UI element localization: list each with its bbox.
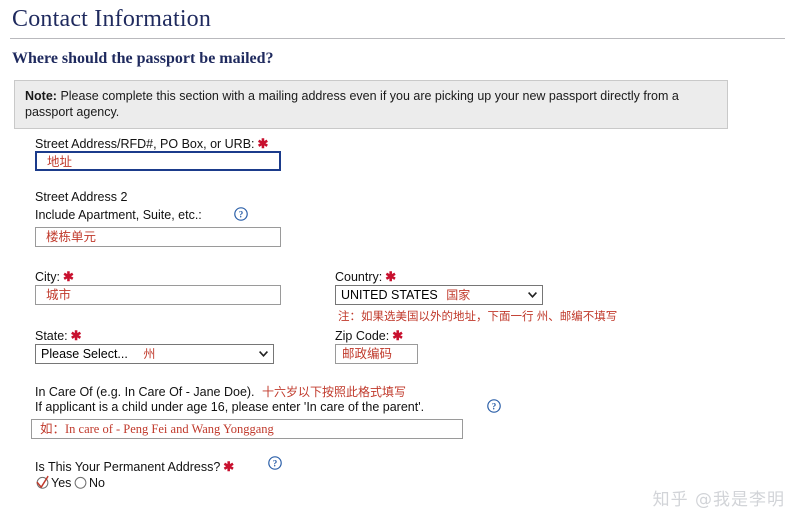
in-care-of-input[interactable]: 如：In care of - Peng Fei and Wang Yonggan… <box>31 419 463 439</box>
country-annotation: 国家 <box>446 288 471 302</box>
permanent-address-yes-radio[interactable] <box>35 475 50 490</box>
permanent-address-yes-label[interactable]: Yes <box>51 476 71 490</box>
zip-code-label: Zip Code: ✱ <box>335 328 403 344</box>
in-care-of-label-line1: In Care Of (e.g. In Care Of - Jane Doe).… <box>35 383 406 400</box>
help-question-icon[interactable]: ? <box>487 399 501 413</box>
country-select[interactable]: UNITED STATES 国家 <box>335 285 543 305</box>
page-title: Contact Information <box>12 6 212 32</box>
chevron-down-icon <box>528 286 537 304</box>
title-divider <box>10 38 785 39</box>
street-address-1-label: Street Address/RFD#, PO Box, or URB: ✱ <box>35 136 268 152</box>
country-chinese-note: 注：如果选美国以外的地址，下面一行 州、邮编不填写 <box>338 311 618 323</box>
state-selected-value: Please Select... <box>41 347 128 361</box>
street-address-2-label-line1: Street Address 2 <box>35 190 128 204</box>
in-care-of-label-line1-text: In Care Of (e.g. In Care Of - Jane Doe). <box>35 385 255 399</box>
state-select[interactable]: Please Select... 州 <box>35 344 274 364</box>
svg-text:?: ? <box>239 209 244 219</box>
note-box: Note: Please complete this section with … <box>14 80 728 129</box>
country-selected-value: UNITED STATES <box>341 288 438 302</box>
city-input[interactable]: 城市 <box>35 285 281 305</box>
chevron-down-icon <box>259 345 268 363</box>
required-indicator: ✱ <box>63 269 74 284</box>
city-label-text: City: <box>35 270 60 284</box>
required-indicator: ✱ <box>70 328 82 343</box>
zip-code-value: 邮政编码 <box>342 347 393 361</box>
country-label: Country: ✱ <box>335 269 396 285</box>
in-care-of-annotation: 十六岁以下按照此格式填写 <box>262 385 407 399</box>
state-annotation: 州 <box>143 347 156 361</box>
help-question-icon[interactable]: ? <box>268 456 282 470</box>
country-label-text: Country: <box>335 270 383 284</box>
required-indicator: ✱ <box>257 136 269 151</box>
street-address-1-input[interactable]: 地址 <box>35 151 281 171</box>
state-label-text: State: <box>35 329 68 343</box>
note-text: Please complete this section with a mail… <box>25 89 679 119</box>
required-indicator: ✱ <box>392 328 404 343</box>
help-question-icon[interactable]: ? <box>234 207 248 221</box>
permanent-address-label: Is This Your Permanent Address? ✱ <box>35 459 234 475</box>
street-address-1-label-text: Street Address/RFD#, PO Box, or URB: <box>35 137 255 151</box>
city-label: City: ✱ <box>35 269 74 285</box>
in-care-of-value: 如：In care of - Peng Fei and Wang Yonggan… <box>40 422 274 436</box>
note-label: Note: <box>25 89 57 103</box>
city-value: 城市 <box>46 288 72 302</box>
zip-code-input[interactable]: 邮政编码 <box>335 344 418 364</box>
street-address-1-value: 地址 <box>47 155 73 169</box>
in-care-of-label-line2: If applicant is a child under age 16, pl… <box>35 400 425 414</box>
permanent-address-label-text: Is This Your Permanent Address? <box>35 460 221 474</box>
street-address-2-input[interactable]: 楼栋单元 <box>35 227 281 247</box>
required-indicator: ✱ <box>385 269 397 284</box>
watermark: 知乎 @我是李明 <box>652 490 785 510</box>
required-indicator: ✱ <box>223 459 235 474</box>
state-label: State: ✱ <box>35 328 82 344</box>
contact-information-page: Contact Information Where should the pas… <box>0 0 799 522</box>
zip-code-label-text: Zip Code: <box>335 329 390 343</box>
permanent-address-no-label[interactable]: No <box>89 476 105 490</box>
svg-text:?: ? <box>492 401 497 411</box>
street-address-2-label-line2: Include Apartment, Suite, etc.: <box>35 208 202 222</box>
svg-text:?: ? <box>273 458 278 468</box>
permanent-address-no-radio[interactable] <box>73 475 88 490</box>
street-address-2-value: 楼栋单元 <box>46 230 97 244</box>
section-question: Where should the passport be mailed? <box>12 50 274 67</box>
